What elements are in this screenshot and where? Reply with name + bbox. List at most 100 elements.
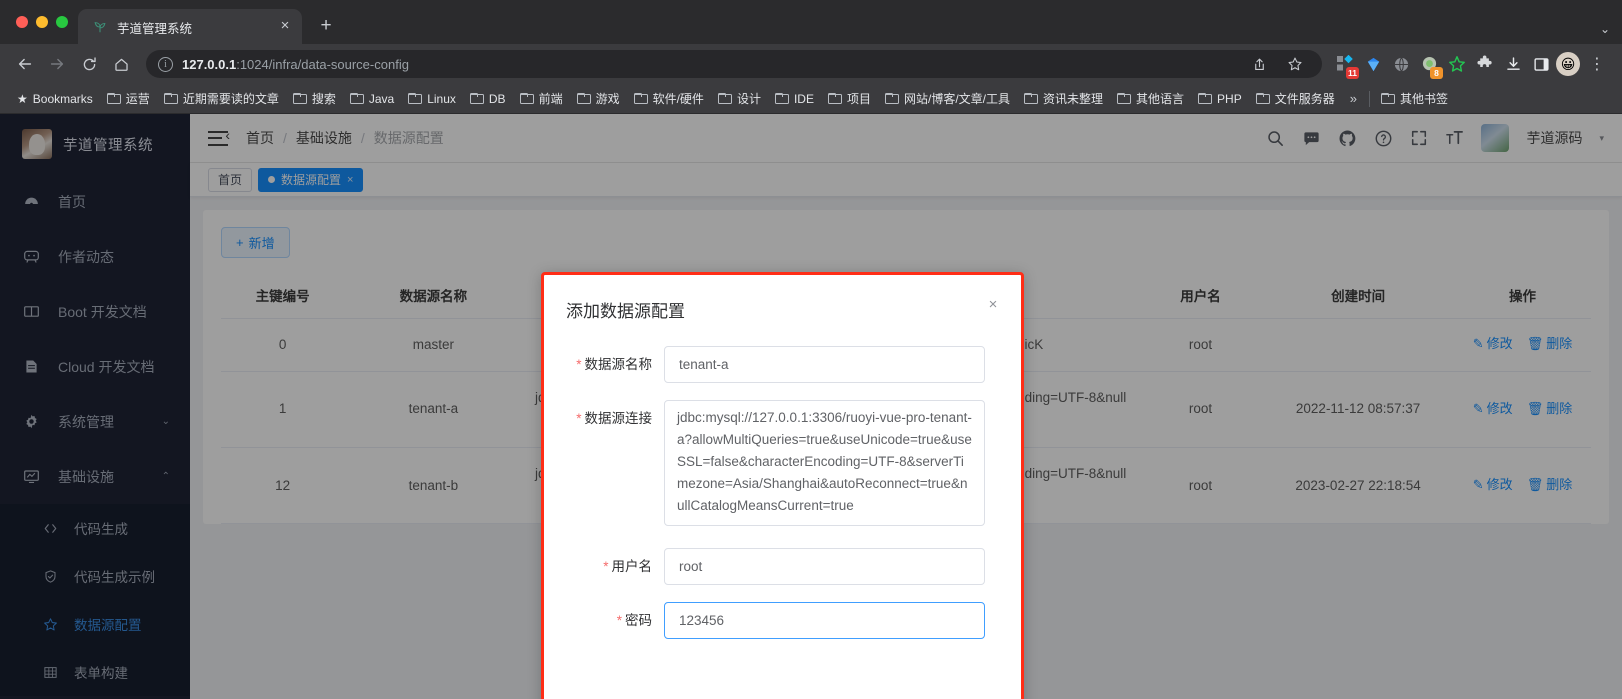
bookmark-label: 软件/硬件 <box>652 92 704 106</box>
globe-extension-icon[interactable] <box>1388 51 1414 77</box>
url-path: :1024/infra/data-source-config <box>236 56 409 72</box>
circle-extension-icon[interactable]: 8 <box>1416 51 1443 79</box>
datasource-url-textarea[interactable]: jdbc:mysql://127.0.0.1:3306/ruoyi-vue-pr… <box>664 400 985 526</box>
bookmark-label: 近期需要读的文章 <box>182 92 279 106</box>
site-info-icon[interactable]: i <box>158 56 173 72</box>
bookmark-folder[interactable]: 搜索 <box>286 88 343 110</box>
window-controls <box>12 0 78 44</box>
close-icon[interactable]: × <box>276 18 294 36</box>
folder-icon <box>774 93 789 104</box>
bookmark-label: 项目 <box>846 92 871 106</box>
download-icon[interactable] <box>1500 51 1526 77</box>
browser-menu-icon[interactable]: ⋮ <box>1582 49 1612 79</box>
folder-icon <box>163 93 178 104</box>
bookmark-label: Java <box>368 91 395 106</box>
bookmarks-overflow-button[interactable]: » <box>1342 91 1365 106</box>
field-label-name: * 数据源名称 <box>576 357 652 372</box>
folder-icon <box>1024 93 1038 104</box>
folder-icon <box>106 93 121 104</box>
bookmark-label: 资讯未整理 <box>1043 92 1104 106</box>
grid-extension-icon[interactable]: 11 <box>1332 51 1359 79</box>
bookmarks-manager-link[interactable]: ★ Bookmarks <box>10 88 100 110</box>
required-marker: * <box>576 411 582 426</box>
dialog-title: 添加数据源配置 <box>566 302 685 321</box>
share-icon[interactable] <box>1244 49 1274 79</box>
bookmark-folder[interactable]: 运营 <box>100 88 157 110</box>
extension-badge: 11 <box>1346 67 1359 79</box>
bookmark-folder[interactable]: 设计 <box>711 88 768 110</box>
required-marker: * <box>576 357 582 372</box>
required-marker: * <box>616 613 622 628</box>
chevron-down-icon[interactable]: ⌄ <box>1600 22 1610 36</box>
required-marker: * <box>603 559 609 574</box>
bookmark-folder[interactable]: IDE <box>768 88 821 110</box>
datasource-name-input[interactable] <box>664 346 985 383</box>
bookmark-label: IDE <box>793 91 814 106</box>
field-label-url: * 数据源连接 <box>576 411 652 426</box>
bookmark-label: 网站/博客/文章/工具 <box>903 92 1010 106</box>
folder-icon <box>349 93 364 104</box>
tab-strip: 芋道管理系统 × + ⌄ <box>0 0 1622 45</box>
bookmark-folder[interactable]: Java <box>343 88 401 110</box>
star-outline-extension-icon[interactable] <box>1444 51 1470 77</box>
bookmark-folder[interactable]: Linux <box>401 88 463 110</box>
maximize-window-button[interactable] <box>56 16 68 28</box>
bookmark-label: DB <box>488 91 506 106</box>
minimize-window-button[interactable] <box>36 16 48 28</box>
field-row-password: * 密码 <box>554 602 985 639</box>
bookmark-folder[interactable]: 软件/硬件 <box>627 88 711 110</box>
dialog-header: 添加数据源配置 × <box>544 275 1021 322</box>
bookmark-folder[interactable]: 近期需要读的文章 <box>157 88 286 110</box>
bookmark-label: 文件服务器 <box>1274 92 1335 106</box>
profile-avatar[interactable]: 😀 <box>1556 52 1580 76</box>
extension-badge: 8 <box>1430 67 1443 79</box>
other-bookmarks-folder[interactable]: 其他书签 <box>1374 88 1455 110</box>
url-host: 127.0.0.1 <box>182 56 237 72</box>
address-bar[interactable]: i 127.0.0.1:1024/infra/data-source-confi… <box>146 50 1322 78</box>
field-label-username: * 用户名 <box>603 559 652 574</box>
bookmark-folder[interactable]: 其他语言 <box>1110 88 1191 110</box>
folder-icon <box>717 93 732 104</box>
bookmark-folder[interactable]: 项目 <box>821 88 878 110</box>
folder-icon <box>1117 93 1132 104</box>
bookmark-folder[interactable]: 网站/博客/文章/工具 <box>878 88 1017 110</box>
bookmark-folder[interactable]: 文件服务器 <box>1249 88 1342 110</box>
bookmark-label: PHP <box>1217 91 1242 106</box>
folder-icon <box>633 93 648 104</box>
bookmark-label: 其他书签 <box>1399 92 1448 106</box>
tab-title: 芋道管理系统 <box>117 21 193 36</box>
forward-icon[interactable] <box>42 49 72 79</box>
side-panel-icon[interactable] <box>1528 51 1554 77</box>
bookmark-label: Linux <box>427 91 456 106</box>
browser-tab[interactable]: 芋道管理系统 × <box>78 9 302 45</box>
close-icon[interactable]: × <box>983 295 1003 315</box>
bookmark-label: 前端 <box>538 92 563 106</box>
browser-window: 芋道管理系统 × + ⌄ i 127.0.0.1:1024/infra/data… <box>0 0 1622 699</box>
new-tab-button[interactable]: + <box>312 12 340 40</box>
folder-icon <box>1255 93 1270 104</box>
omnibox-actions <box>1244 49 1310 79</box>
field-row-name: * 数据源名称 <box>554 346 985 383</box>
bookmark-star-icon[interactable] <box>1280 49 1310 79</box>
folder-icon <box>519 93 534 104</box>
folder-icon <box>1380 93 1395 104</box>
home-icon[interactable] <box>106 49 136 79</box>
puzzle-extension-icon[interactable] <box>1472 51 1498 77</box>
back-icon[interactable] <box>10 49 40 79</box>
bookmarks-label: Bookmarks <box>32 91 93 106</box>
password-input[interactable] <box>664 602 985 639</box>
username-input[interactable] <box>664 548 985 585</box>
diamond-extension-icon[interactable] <box>1360 51 1386 77</box>
bookmark-folder[interactable]: 资讯未整理 <box>1017 88 1110 110</box>
folder-icon <box>1198 93 1213 104</box>
bookmark-folder[interactable]: DB <box>463 88 513 110</box>
bookmark-folder[interactable]: 游戏 <box>570 88 627 110</box>
reload-icon[interactable] <box>74 49 104 79</box>
bookmark-folder[interactable]: PHP <box>1191 88 1249 110</box>
bookmarks-bar: ★ Bookmarks 运营 近期需要读的文章 搜索 Java Linux DB… <box>0 84 1622 114</box>
add-datasource-dialog: 添加数据源配置 × *数据源名称 *数据源连接 <box>541 272 1024 699</box>
close-window-button[interactable] <box>16 16 28 28</box>
bookmark-folder[interactable]: 前端 <box>513 88 570 110</box>
bookmark-label: 运营 <box>125 92 150 106</box>
folder-icon <box>884 93 899 104</box>
